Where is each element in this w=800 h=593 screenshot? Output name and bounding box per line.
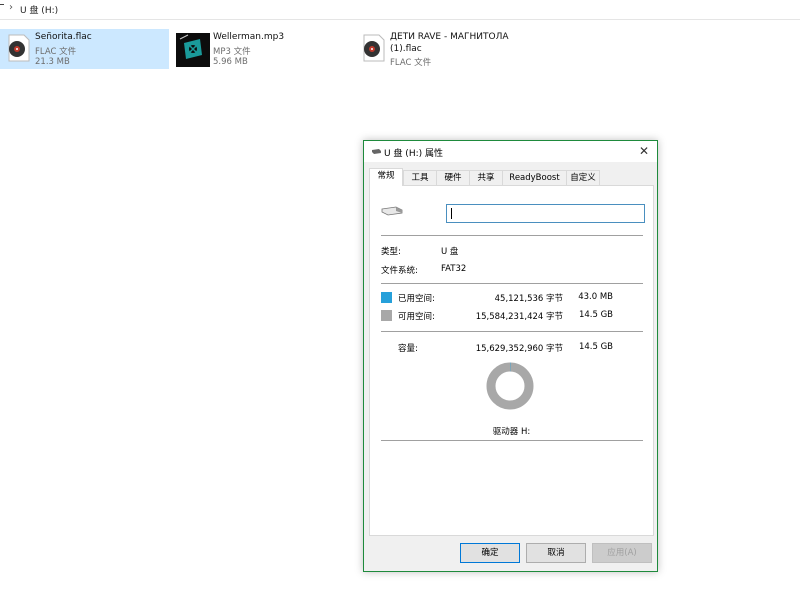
- free-space-label: 可用空间:: [398, 312, 435, 322]
- dialog-title: U 盘 (H:) 属性: [384, 149, 443, 159]
- used-space-swatch: [381, 292, 392, 303]
- tab-customize[interactable]: 自定义: [566, 170, 600, 185]
- file-item[interactable]: ДЕТИ RAVE - МАГНИТОЛА (1).flac FLAC 文件: [355, 29, 525, 69]
- capacity-size: 14.5 GB: [578, 342, 613, 352]
- file-type: FLAC 文件: [35, 47, 77, 57]
- ok-button[interactable]: 确定: [460, 543, 520, 563]
- filesystem-label: 文件系统:: [381, 266, 418, 276]
- used-space-bytes: 45,121,536 字节: [494, 294, 563, 304]
- separator: [381, 235, 643, 236]
- file-name: ДЕТИ RAVE - МАГНИТОЛА: [390, 32, 509, 42]
- album-cover-icon: [176, 33, 210, 67]
- separator: [381, 331, 643, 332]
- apply-button[interactable]: 应用(A): [592, 543, 652, 563]
- tab-readyboost[interactable]: ReadyBoost: [502, 170, 567, 185]
- file-type: FLAC 文件: [390, 58, 432, 68]
- file-name: Señorita.flac: [35, 32, 92, 42]
- file-size: 5.96 MB: [213, 57, 248, 67]
- free-space-bytes: 15,584,231,424 字节: [475, 312, 563, 322]
- file-item[interactable]: Wellerman.mp3 MP3 文件 5.96 MB: [172, 29, 352, 69]
- tab-tools[interactable]: 工具: [403, 170, 437, 185]
- free-space-swatch: [381, 310, 392, 321]
- used-space-size: 43.0 MB: [578, 292, 613, 302]
- tab-hardware[interactable]: 硬件: [436, 170, 470, 185]
- file-name: Wellerman.mp3: [213, 32, 285, 42]
- dialog-titlebar[interactable]: U 盘 (H:) 属性 ✕: [364, 141, 657, 162]
- cancel-button[interactable]: 取消: [526, 543, 586, 563]
- chevron-right-icon[interactable]: ›: [9, 2, 13, 13]
- music-disc-icon: [363, 34, 385, 62]
- file-item[interactable]: Señorita.flac FLAC 文件 21.3 MB: [0, 29, 169, 69]
- file-type: MP3 文件: [213, 47, 251, 57]
- usage-donut-chart: [486, 362, 534, 410]
- used-space-label: 已用空间:: [398, 294, 435, 304]
- general-panel: 类型: U 盘 文件系统: FAT32 已用空间: 45,121,536 字节 …: [369, 185, 654, 536]
- separator: [381, 283, 643, 284]
- separator: [381, 440, 643, 441]
- breadcrumb-location[interactable]: U 盘 (H:): [20, 3, 58, 16]
- filesystem-value: FAT32: [441, 264, 467, 274]
- drive-letter-label: 驱动器 H:: [492, 427, 531, 437]
- tab-general[interactable]: 常规: [369, 168, 403, 186]
- close-icon[interactable]: ✕: [636, 144, 652, 160]
- properties-dialog: U 盘 (H:) 属性 ✕ 常规 工具 硬件 共享 ReadyBoost 自定义…: [363, 140, 658, 572]
- type-value: U 盘: [441, 247, 459, 257]
- capacity-bytes: 15,629,352,960 字节: [475, 344, 563, 354]
- usb-drive-icon: [372, 149, 381, 154]
- music-disc-icon: [8, 34, 30, 62]
- type-label: 类型:: [381, 247, 401, 257]
- capacity-label: 容量:: [398, 344, 418, 354]
- file-size: 21.3 MB: [35, 57, 70, 67]
- drive-name-input[interactable]: [446, 204, 645, 223]
- address-bar[interactable]: › U 盘 (H:): [0, 0, 800, 20]
- free-space-size: 14.5 GB: [578, 310, 613, 320]
- drive-crumb-icon[interactable]: [0, 3, 4, 13]
- donut-free-ring: [486, 362, 534, 410]
- tab-sharing[interactable]: 共享: [469, 170, 503, 185]
- file-name-line2: (1).flac: [390, 44, 422, 54]
- usb-drive-icon: [381, 206, 403, 216]
- text-caret: [451, 208, 452, 219]
